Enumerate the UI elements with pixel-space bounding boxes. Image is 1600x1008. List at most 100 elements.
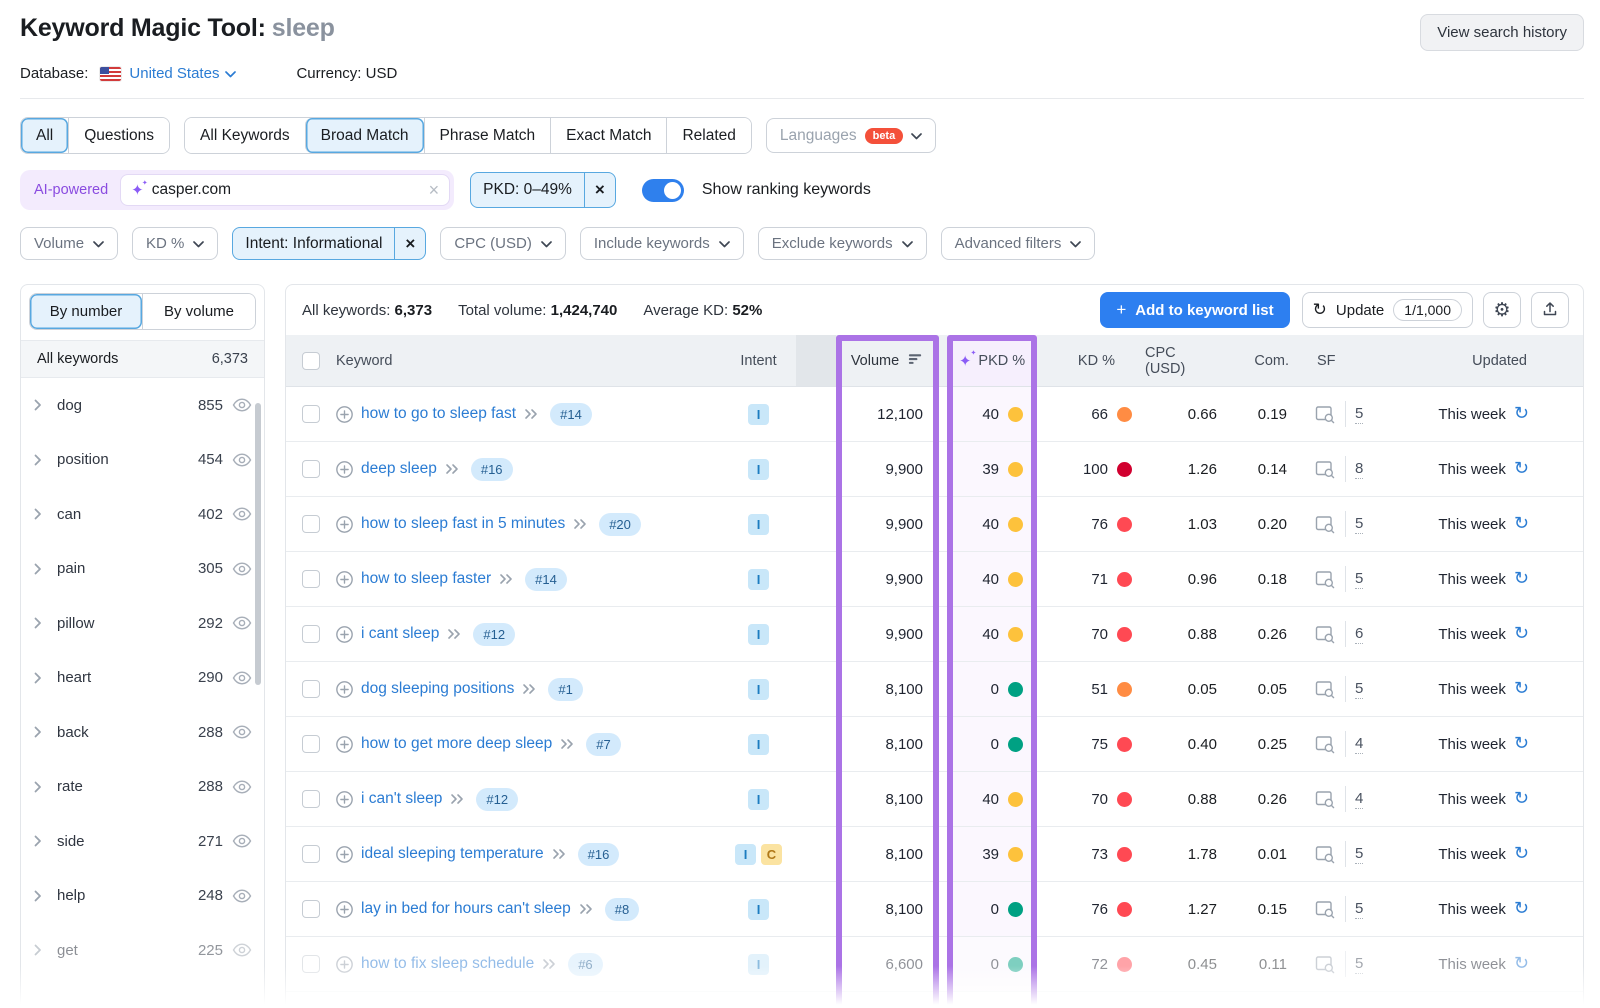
eye-icon[interactable] [232, 889, 252, 903]
refresh-row-icon[interactable]: ↻ [1514, 955, 1529, 973]
keyword-link[interactable]: how to get more deep sleep [361, 735, 552, 753]
serp-features-icon[interactable] [1315, 845, 1336, 864]
eye-icon[interactable] [232, 780, 252, 794]
open-keyword-icon[interactable] [522, 683, 536, 695]
settings-button[interactable]: ⚙ [1483, 292, 1521, 328]
database-selector[interactable]: United States [129, 65, 236, 82]
sf-count[interactable]: 5 [1355, 405, 1363, 424]
eye-icon[interactable] [232, 725, 252, 739]
row-checkbox[interactable] [302, 845, 320, 863]
keyword-link[interactable]: how to sleep fast in 5 minutes [361, 515, 565, 533]
keyword-link[interactable]: i can't sleep [361, 790, 442, 808]
refresh-row-icon[interactable]: ↻ [1514, 570, 1529, 588]
sidebar-item-position[interactable]: position454 [21, 433, 264, 488]
sf-count[interactable]: 5 [1355, 845, 1363, 864]
refresh-row-icon[interactable]: ↻ [1514, 515, 1529, 533]
eye-icon[interactable] [232, 398, 252, 412]
sidebar-item-pain[interactable]: pain305 [21, 542, 264, 597]
open-keyword-icon[interactable] [450, 793, 464, 805]
keyword-link[interactable]: how to sleep faster [361, 570, 491, 588]
open-keyword-icon[interactable] [499, 573, 513, 585]
row-checkbox[interactable] [302, 790, 320, 808]
serp-features-icon[interactable] [1315, 790, 1336, 809]
sf-count[interactable]: 5 [1355, 955, 1363, 974]
row-checkbox[interactable] [302, 625, 320, 643]
open-keyword-icon[interactable] [573, 518, 587, 530]
eye-icon[interactable] [232, 834, 252, 848]
keyword-link[interactable]: lay in bed for hours can't sleep [361, 900, 571, 918]
sf-count[interactable]: 8 [1355, 460, 1363, 479]
column-header-com[interactable]: Com. [1233, 335, 1305, 386]
open-keyword-icon[interactable] [542, 958, 556, 970]
sidebar-item-dog[interactable]: dog855 [21, 378, 264, 433]
sidebar-item-back[interactable]: back288 [21, 705, 264, 760]
filter-dropdown-cpc-usd[interactable]: CPC (USD) [440, 227, 566, 260]
sidebar-item-heart[interactable]: heart290 [21, 651, 264, 706]
serp-features-icon[interactable] [1315, 515, 1336, 534]
serp-features-icon[interactable] [1315, 680, 1336, 699]
all-keywords-group[interactable]: All keywords 6,373 [21, 340, 264, 378]
domain-search-input[interactable] [152, 181, 421, 199]
eye-icon[interactable] [232, 453, 252, 467]
serp-features-icon[interactable] [1315, 735, 1336, 754]
add-keyword-icon[interactable] [336, 791, 353, 808]
tab-questions[interactable]: Questions [68, 118, 169, 153]
add-keyword-icon[interactable] [336, 681, 353, 698]
tab-all-keywords[interactable]: All Keywords [185, 118, 305, 153]
open-keyword-icon[interactable] [579, 903, 593, 915]
open-keyword-icon[interactable] [560, 738, 574, 750]
row-checkbox[interactable] [302, 735, 320, 753]
column-header-updated[interactable]: Updated [1385, 335, 1584, 386]
add-keyword-icon[interactable] [336, 956, 353, 973]
sf-count[interactable]: 4 [1355, 790, 1363, 809]
eye-icon[interactable] [232, 671, 252, 685]
sf-count[interactable]: 5 [1355, 515, 1363, 534]
filter-dropdown-volume[interactable]: Volume [20, 227, 118, 260]
serp-features-icon[interactable] [1315, 625, 1336, 644]
remove-pkd-filter-icon[interactable]: × [584, 173, 615, 207]
add-keyword-icon[interactable] [336, 846, 353, 863]
row-checkbox[interactable] [302, 680, 320, 698]
filter-dropdown-advanced-filters[interactable]: Advanced filters [941, 227, 1096, 260]
export-button[interactable] [1531, 292, 1569, 328]
column-header-cpc[interactable]: CPC (USD) [1145, 335, 1233, 386]
open-keyword-icon[interactable] [524, 408, 538, 420]
sidebar-tab-by-number[interactable]: By number [30, 294, 142, 329]
column-header-volume[interactable]: Volume [836, 335, 939, 386]
sf-count[interactable]: 4 [1355, 735, 1363, 754]
open-keyword-icon[interactable] [447, 628, 461, 640]
refresh-row-icon[interactable]: ↻ [1514, 680, 1529, 698]
add-keyword-icon[interactable] [336, 571, 353, 588]
keyword-link[interactable]: i cant sleep [361, 625, 439, 643]
column-header-keyword[interactable]: Keyword [336, 335, 721, 386]
refresh-row-icon[interactable]: ↻ [1514, 900, 1529, 918]
eye-icon[interactable] [232, 562, 252, 576]
row-checkbox[interactable] [302, 405, 320, 423]
tab-phrase-match[interactable]: Phrase Match [424, 118, 551, 153]
refresh-row-icon[interactable]: ↻ [1514, 625, 1529, 643]
serp-features-icon[interactable] [1315, 405, 1336, 424]
refresh-row-icon[interactable]: ↻ [1514, 460, 1529, 478]
clear-input-icon[interactable]: × [429, 181, 440, 199]
column-header-kd[interactable]: KD % [1037, 335, 1145, 386]
eye-icon[interactable] [232, 943, 252, 957]
open-keyword-icon[interactable] [445, 463, 459, 475]
sidebar-item-help[interactable]: help248 [21, 869, 264, 924]
sidebar-scrollbar[interactable] [255, 403, 261, 685]
add-keyword-icon[interactable] [336, 461, 353, 478]
column-header-pkd[interactable]: ✦PKD % [947, 335, 1037, 386]
keyword-link[interactable]: dog sleeping positions [361, 680, 514, 698]
sf-count[interactable]: 6 [1355, 625, 1363, 644]
serp-features-icon[interactable] [1315, 570, 1336, 589]
serp-features-icon[interactable] [1315, 955, 1336, 974]
sidebar-item-rate[interactable]: rate288 [21, 760, 264, 815]
row-checkbox[interactable] [302, 570, 320, 588]
filter-dropdown-kd[interactable]: KD % [132, 227, 218, 260]
refresh-row-icon[interactable]: ↻ [1514, 735, 1529, 753]
tab-exact-match[interactable]: Exact Match [550, 118, 666, 153]
sidebar-item-side[interactable]: side271 [21, 814, 264, 869]
keyword-link[interactable]: deep sleep [361, 460, 437, 478]
add-keyword-icon[interactable] [336, 626, 353, 643]
row-checkbox[interactable] [302, 955, 320, 973]
tab-broad-match[interactable]: Broad Match [305, 118, 424, 153]
